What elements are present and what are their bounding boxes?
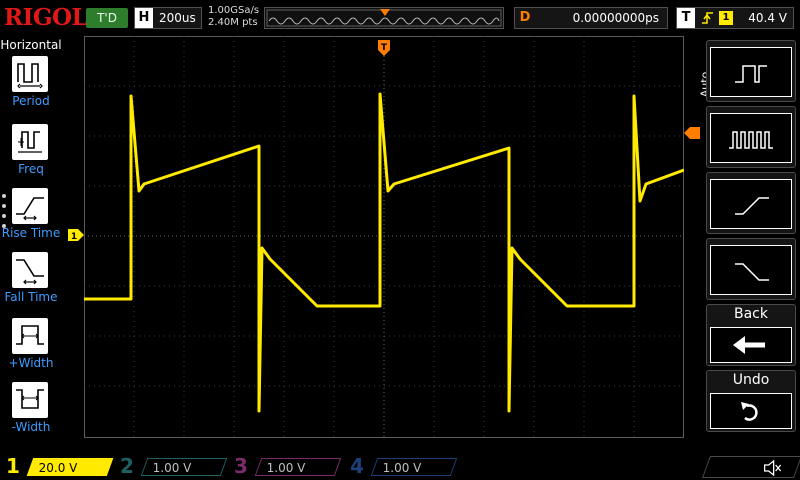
channel-2-box[interactable]: 2 1.00 V [116,454,228,478]
channel-3-number: 3 [234,454,248,478]
measure-frequency[interactable]: Freq [0,124,62,188]
channel-3-scale-text: 1.00 V [266,461,306,475]
undo-icon [710,393,792,429]
channel-1-number: 1 [6,454,20,478]
channel-2-scale: 1.00 V [140,458,228,476]
measure-rise-time[interactable]: Rise Time [0,188,62,252]
trigger-position-marker[interactable]: T [378,40,390,56]
trigger-status-badge: T'D [86,8,128,28]
measure-frequency-label: Freq [18,162,44,176]
measure-fall-time-label: Fall Time [4,290,58,304]
ch1-ground-label: 1 [71,232,77,241]
top-status-bar: RIGOL T'D H 200us 1.00GSa/s 2.40M pts D … [0,0,800,36]
channel-2-number: 2 [120,454,134,478]
delay-letter: D [519,10,531,25]
channel-4-box[interactable]: 4 1.00 V [346,454,458,478]
trigger-box[interactable]: T 1 40.4 V [676,7,794,29]
period-icon [12,56,48,92]
frequency-icon [12,124,48,160]
waveform-display[interactable] [84,36,684,438]
undo-button-label: Undo [732,372,770,388]
negative-width-icon [12,382,48,418]
speaker-muted-icon [763,459,782,477]
channel-4-scale: 1.00 V [370,458,458,476]
rising-edge-icon [701,10,715,30]
single-pulse-button[interactable] [706,40,796,102]
measure-negative-width-label: -Width [11,420,51,434]
rising-edge-waveform-icon [710,179,792,229]
horizontal-timebase-box[interactable]: H 200us [134,7,202,29]
undo-button[interactable]: Undo [706,370,796,432]
trigger-source-badge: 1 [719,11,733,25]
falling-edge-waveform-icon [710,245,792,295]
channel-1-box[interactable]: 1 20.0 V [2,454,114,478]
measure-period[interactable]: Period [0,56,62,120]
back-button[interactable]: Back [706,304,796,366]
memory-trigger-marker [380,9,390,16]
measure-period-label: Period [12,94,50,108]
sample-rate: 1.00GSa/s [208,5,260,16]
fall-time-icon [12,252,48,288]
channel-3-box[interactable]: 3 1.00 V [230,454,342,478]
memory-overview-bar[interactable] [264,7,504,29]
channel-4-number: 4 [350,454,364,478]
channel-bar: 1 20.0 V 2 1.00 V 3 1.00 V 4 1.00 V [0,452,800,480]
channel-4-scale-text: 1.00 V [382,461,422,475]
channel-3-scale: 1.00 V [254,458,342,476]
right-softkey-menu: Auto Back Undo [698,36,800,452]
ch1-ground-marker[interactable]: 1 [68,226,84,242]
waveform-grid [84,36,684,438]
rigol-logo: RIGOL [4,4,88,31]
rising-edge-button[interactable] [706,172,796,234]
channel-2-scale-text: 1.00 V [152,461,192,475]
back-arrow-icon [710,327,792,363]
measure-negative-width[interactable]: -Width [0,382,62,446]
menu-title: Horizontal [0,38,62,52]
positive-width-icon [12,318,48,354]
measure-rise-time-label: Rise Time [1,226,61,240]
timebase-value: 200us [159,11,196,25]
measure-positive-width-label: +Width [8,356,54,370]
horizontal-letter: H [135,8,153,28]
delay-value: 0.00000000ps [572,11,659,25]
pulse-train-button[interactable] [706,106,796,168]
rise-time-icon [12,188,48,224]
pulse-train-waveform-icon [710,113,792,163]
horizontal-measure-menu: Horizontal Period Freq Rise Time Fall Ti… [0,36,62,452]
delay-box[interactable]: D 0.00000000ps [514,7,668,29]
trigger-letter: T [677,8,695,28]
memory-depth: 2.40M pts [208,17,258,28]
channel-1-scale: 20.0 V [26,458,114,476]
trigger-level-marker[interactable] [684,124,700,139]
trigger-position-label: T [381,43,388,53]
single-pulse-waveform-icon [710,47,792,97]
memory-waveform-overview [266,9,502,27]
channel-1-scale-text: 20.0 V [38,461,78,475]
falling-edge-button[interactable] [706,238,796,300]
trigger-level-value: 40.4 V [748,11,787,25]
acquisition-info: 1.00GSa/s 2.40M pts [208,5,259,29]
measure-positive-width[interactable]: +Width [0,318,62,382]
measure-fall-time[interactable]: Fall Time [0,252,62,316]
speaker-button[interactable] [701,456,800,478]
back-button-label: Back [734,306,768,322]
